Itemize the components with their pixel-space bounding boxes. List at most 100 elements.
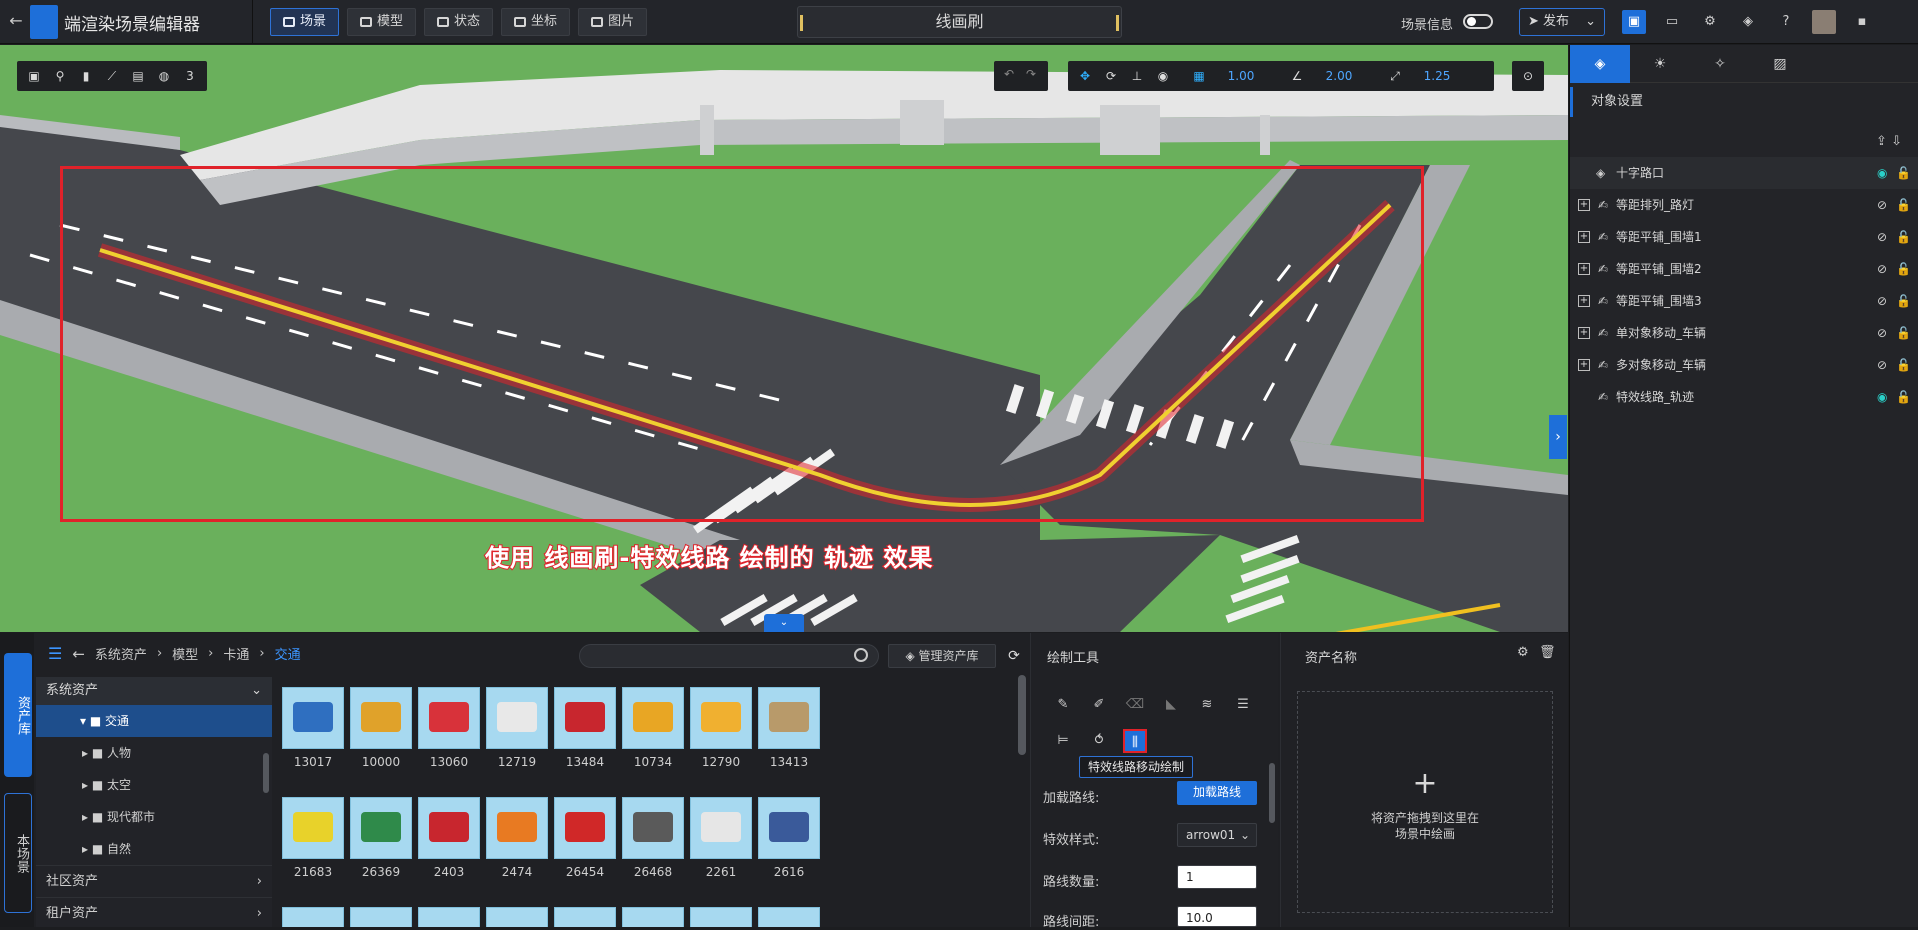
trash-icon[interactable]: 🗑 (1539, 645, 1556, 660)
refresh-icon[interactable]: ⟳ (1004, 644, 1024, 668)
tab-objects[interactable]: ◈ (1570, 45, 1630, 83)
tab-lighting[interactable]: ☀ (1630, 45, 1690, 83)
load-route-button[interactable]: 加载路线 (1177, 781, 1257, 805)
asset-card[interactable]: 2403 (418, 797, 480, 879)
brush-plus-icon[interactable]: ✐ (1087, 693, 1111, 717)
eye-off-icon[interactable]: ⊘ (1877, 189, 1887, 221)
asset-thumbnail[interactable] (350, 907, 412, 927)
lock-icon[interactable]: 🔓 (1896, 253, 1911, 285)
wave-lines-icon[interactable]: ≋ (1195, 693, 1219, 717)
eye-off-icon[interactable]: ⊘ (1877, 253, 1887, 285)
nav-coord-button[interactable]: 坐标 (501, 8, 571, 36)
menu-icon[interactable]: ☰ (48, 644, 62, 663)
breadcrumb-item[interactable]: 模型 (172, 644, 198, 663)
nav-model-button[interactable]: 模型 (347, 8, 417, 36)
help-icon[interactable]: ? (1774, 10, 1798, 34)
asset-card[interactable]: 21683 (282, 797, 344, 879)
asset-thumbnail[interactable] (622, 907, 684, 927)
asset-card[interactable]: 13413 (758, 687, 820, 769)
asset-card[interactable]: 13484 (554, 687, 616, 769)
asset-card[interactable]: 10000 (350, 687, 412, 769)
lock-icon[interactable]: 🔓 (1896, 381, 1911, 413)
export-icon[interactable]: ⇪ (1876, 134, 1887, 149)
expand-plus-icon[interactable]: + (1578, 199, 1590, 211)
lock-icon[interactable]: 🔓 (1896, 221, 1911, 253)
asset-thumbnail[interactable] (758, 907, 820, 927)
asset-thumbnail[interactable] (282, 907, 344, 927)
asset-card[interactable]: 12719 (486, 687, 548, 769)
scale-snap-icon[interactable]: ⤢ (1386, 67, 1404, 85)
manage-library-button[interactable]: ◈ 管理资产库 (888, 644, 996, 668)
location-icon[interactable]: ⚲ (49, 65, 71, 87)
document-icon[interactable]: ▤ (127, 65, 149, 87)
asset-card[interactable]: 2261 (690, 797, 752, 879)
asset-drop-zone[interactable]: + 将资产拖拽到这里在 场景中绘画 (1297, 691, 1553, 913)
expand-plus-icon[interactable]: + (1578, 327, 1590, 339)
tab-this-scene[interactable]: 本场景 (4, 793, 32, 913)
grid-snap-value[interactable]: 1.00 (1216, 69, 1266, 83)
eye-off-icon[interactable]: ⊘ (1877, 221, 1887, 253)
eye-icon[interactable]: ◉ (1877, 157, 1887, 189)
tree-scrollbar[interactable] (263, 753, 269, 793)
loop-path-icon[interactable]: ⥀ (1087, 729, 1111, 753)
active-tool-tab[interactable]: 线画刷 (797, 6, 1122, 38)
align-left-icon[interactable]: ⊨ (1051, 729, 1075, 753)
gear-icon[interactable]: ⚙ (1517, 645, 1529, 660)
coordinate-icon[interactable]: ◉ (1154, 67, 1172, 85)
search-icon[interactable] (854, 648, 868, 662)
object-row[interactable]: + ✍ 多对象移动_车辆 ⊘ 🔓 (1570, 349, 1918, 381)
scene-info-toggle[interactable] (1463, 14, 1493, 29)
asset-card[interactable]: 26468 (622, 797, 684, 879)
object-row[interactable]: + ✍ 等距平铺_围墙2 ⊘ 🔓 (1570, 253, 1918, 285)
object-row[interactable]: + ✍ 等距平铺_围墙1 ⊘ 🔓 (1570, 221, 1918, 253)
lock-icon[interactable]: 🔓 (1896, 349, 1911, 381)
grid-snap-icon[interactable]: ▦ (1190, 67, 1208, 85)
move-icon[interactable]: ✥ (1076, 67, 1094, 85)
globe-icon[interactable]: ◍ (153, 65, 175, 87)
eraser-icon[interactable]: ⌫ (1123, 693, 1147, 717)
breadcrumb-item[interactable]: 卡通 (223, 644, 249, 663)
tree-item-people[interactable]: ▸ ■ 人物 (36, 737, 272, 769)
asset-thumbnail[interactable] (554, 907, 616, 927)
asset-card[interactable]: 26369 (350, 797, 412, 879)
scene-viewport[interactable]: ▣ ⚲ ▮ ⟋ ▤ ◍ 3 ↶ ↷ ✥ ⟳ ⊥ ◉ ▦ 1.00 ∠ 2.00 … (0, 45, 1568, 632)
settings-cube-icon[interactable]: ⚙ (1698, 10, 1722, 34)
back-arrow-icon[interactable]: ← (72, 645, 85, 663)
rotate-icon[interactable]: ⟳ (1102, 67, 1120, 85)
effect-style-select[interactable]: arrow01 ⌄ (1177, 823, 1257, 847)
asset-search-input[interactable] (579, 644, 879, 668)
collapse-bottom-icon[interactable]: ⌄ (764, 614, 804, 632)
asset-card[interactable]: 12790 (690, 687, 752, 769)
lock-icon[interactable]: 🔓 (1896, 285, 1911, 317)
angle-snap-value[interactable]: 2.00 (1314, 69, 1364, 83)
3d-view-icon[interactable]: 3 (179, 65, 201, 87)
back-arrow-icon[interactable]: ← (6, 11, 26, 31)
expand-plus-icon[interactable]: + (1578, 263, 1590, 275)
asset-thumbnail[interactable] (690, 907, 752, 927)
monitor-icon[interactable]: ▭ (1660, 10, 1684, 34)
expand-plus-icon[interactable]: + (1578, 359, 1590, 371)
asset-card[interactable]: 13017 (282, 687, 344, 769)
list-icon[interactable]: ☰ (1231, 693, 1255, 717)
save-icon[interactable]: ▣ (1622, 10, 1646, 34)
tab-effects[interactable]: ✧ (1690, 45, 1750, 83)
tree-item-space[interactable]: ▸ ■ 太空 (36, 769, 272, 801)
breadcrumb-item[interactable]: 系统资产 (95, 644, 147, 663)
asset-card[interactable]: 10734 (622, 687, 684, 769)
object-row[interactable]: ◈ 十字路口 ◉ 🔓 (1570, 157, 1918, 189)
cube-view-icon[interactable]: ▣ (23, 65, 45, 87)
expand-plus-icon[interactable]: + (1578, 231, 1590, 243)
avatar[interactable] (1812, 10, 1836, 34)
publish-button[interactable]: ➤ 发布 ⌄ (1519, 8, 1605, 36)
asset-card[interactable]: 13060 (418, 687, 480, 769)
tree-section-system[interactable]: 系统资产 ⌄ (36, 677, 272, 705)
effect-line-move-icon[interactable]: ⫼ (1123, 729, 1147, 753)
tree-item-traffic[interactable]: ▾ ■ 交通 (36, 705, 272, 737)
measure-icon[interactable]: ⟋ (101, 65, 123, 87)
pivot-icon[interactable]: ⊥ (1128, 67, 1146, 85)
route-count-stepper[interactable]: 1 (1177, 865, 1257, 889)
redo-icon[interactable]: ↷ (1026, 67, 1036, 81)
object-row[interactable]: + ✍ 单对象移动_车辆 ⊘ 🔓 (1570, 317, 1918, 349)
eye-off-icon[interactable]: ⊘ (1877, 285, 1887, 317)
lock-icon[interactable]: 🔓 (1896, 157, 1911, 189)
